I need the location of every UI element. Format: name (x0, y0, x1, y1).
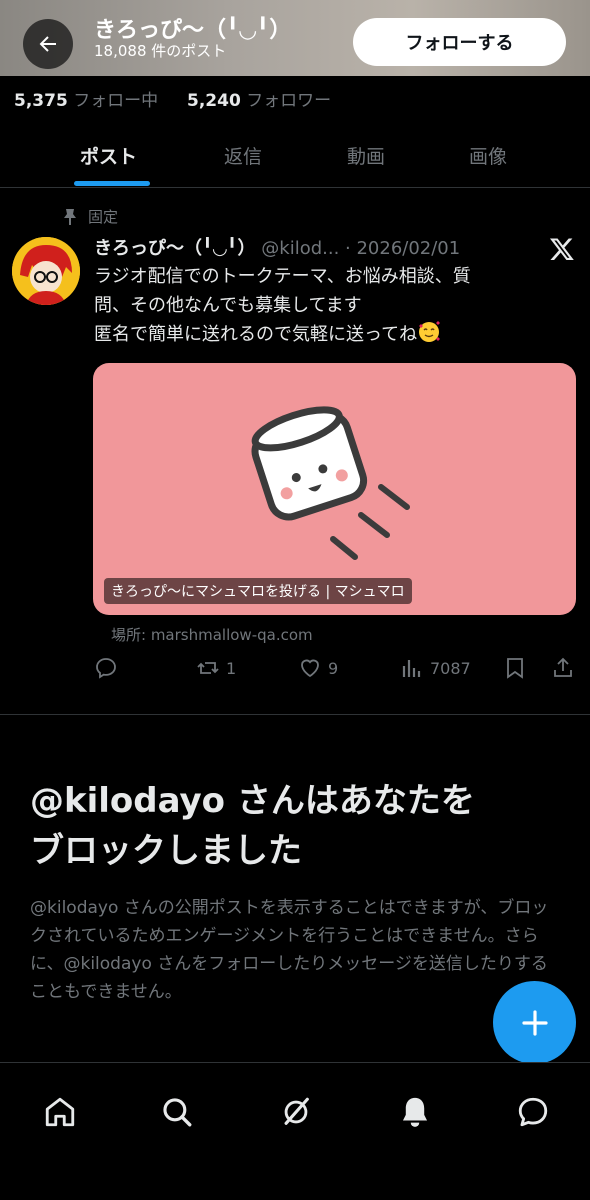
tab-replies[interactable]: 返信 (224, 142, 262, 169)
card-domain: 場所: marshmallow-qa.com (111, 626, 313, 644)
post-header: きろっぴ〜（╹◡╹） @kilod... · 2026/02/01 (94, 234, 460, 260)
divider (0, 714, 590, 715)
card-title: きろっぴ〜にマシュマロを投げる | マシュマロ (104, 578, 412, 604)
notifications-icon[interactable] (398, 1095, 432, 1129)
blocked-description: @kilodayo さんの公開ポストを表示することはできますが、ブロックされてい… (30, 898, 549, 1002)
avatar[interactable] (12, 237, 80, 305)
views-button[interactable]: 7087 (400, 656, 471, 680)
share-button[interactable] (551, 656, 575, 680)
arrow-left-icon (39, 36, 56, 52)
smiling-face-with-hearts-icon (419, 321, 441, 342)
post-text: ラジオ配信でのトークテーマ、お悩み相談、質 問、その他なんでも募集してます 匿名… (94, 266, 471, 345)
views-chart-icon (402, 660, 421, 677)
grok-icon[interactable] (279, 1095, 313, 1129)
following-link[interactable]: 5,375 フォロー中 (14, 91, 158, 111)
search-icon[interactable] (160, 1095, 194, 1129)
profile-header: きろっぴ〜（╹◡╹） 18,088 件のポスト フォローする (0, 0, 590, 76)
link-card[interactable]: きろっぴ〜にマシュマロを投げる | マシュマロ (93, 363, 576, 615)
follow-stats: 5,375 フォロー中 5,240 フォロワー (14, 86, 331, 111)
followers-link[interactable]: 5,240 フォロワー (187, 91, 331, 111)
heart-icon (301, 659, 319, 678)
tab-videos[interactable]: 動画 (347, 142, 385, 169)
bookmark-button[interactable] (503, 656, 527, 680)
x-logo-icon (549, 238, 574, 261)
messages-icon[interactable] (516, 1095, 550, 1129)
reply-icon (96, 658, 116, 679)
bookmark-icon (507, 658, 523, 679)
tab-posts[interactable]: ポスト (80, 142, 137, 169)
post-actions: 1 9 7087 (0, 656, 590, 686)
like-button[interactable]: 9 (298, 656, 338, 680)
plus-icon (521, 1009, 548, 1036)
follow-button[interactable]: フォローする (353, 18, 566, 66)
share-icon (554, 657, 572, 677)
post-count: 18,088 件のポスト (94, 42, 227, 60)
post-author-name[interactable]: きろっぴ〜（╹◡╹） (94, 238, 256, 259)
pinned-indicator: 固定 (62, 206, 118, 227)
active-tab-indicator (74, 181, 150, 186)
reply-button[interactable] (94, 656, 118, 680)
compose-post-button[interactable] (493, 981, 576, 1064)
post-meta: @kilod... · 2026/02/01 (261, 238, 461, 259)
home-icon[interactable] (43, 1095, 77, 1129)
repost-icon (197, 662, 219, 674)
bottom-navigation (0, 1062, 590, 1200)
blocked-title: @kilodayo さんはあなたを ブロックしました (30, 781, 475, 871)
repost-button[interactable]: 1 (196, 656, 236, 680)
profile-tabs: ポスト 返信 動画 画像 (0, 122, 590, 188)
pin-icon (64, 208, 76, 225)
tab-images[interactable]: 画像 (469, 142, 507, 169)
back-button[interactable] (23, 19, 73, 69)
